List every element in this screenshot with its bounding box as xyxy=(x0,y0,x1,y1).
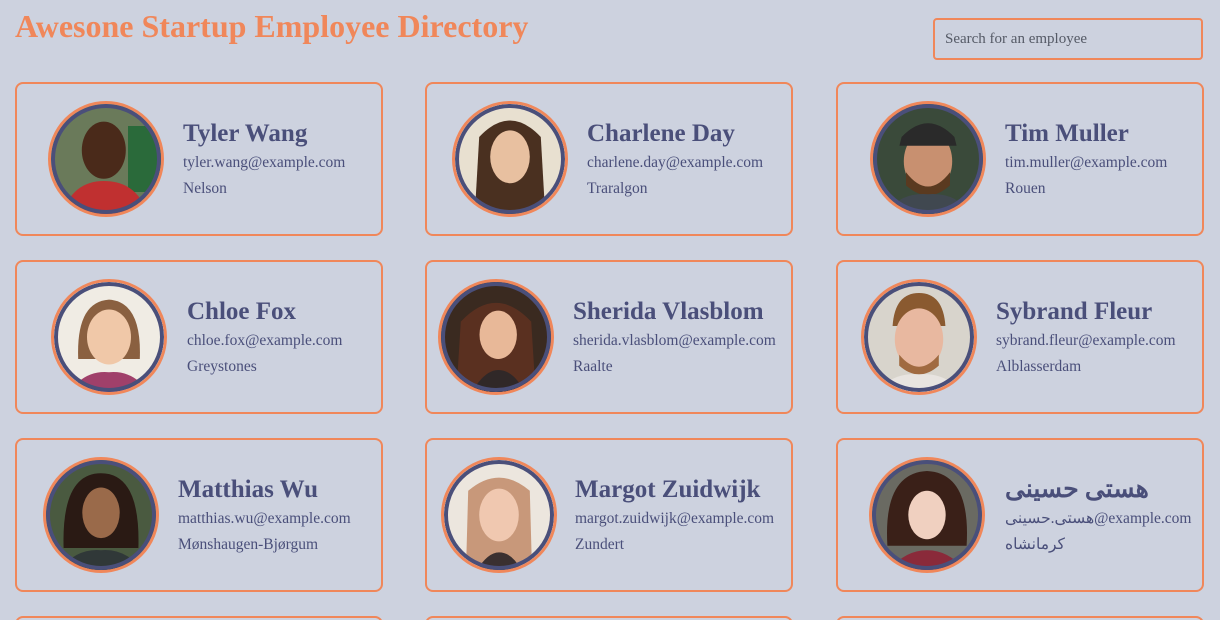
employee-city: Greystones xyxy=(187,358,257,375)
page-title: Awesone Startup Employee Directory xyxy=(15,8,529,44)
employee-photo xyxy=(452,101,568,217)
employee-name: Chloe Fox xyxy=(187,298,297,325)
employee-info: Margot Zuidwijk margot.zuidwijk@example.… xyxy=(575,476,774,554)
employee-card[interactable]: Tim Muller tim.muller@example.com Rouen xyxy=(836,82,1204,236)
employee-photo xyxy=(43,457,159,573)
employee-city: Traralgon xyxy=(587,180,648,197)
employee-email: chloe.fox@example.com xyxy=(187,332,343,349)
employee-photo xyxy=(861,279,977,395)
employee-name: Charlene Day xyxy=(587,120,735,147)
employee-card[interactable]: Margot Zuidwijk margot.zuidwijk@example.… xyxy=(425,438,793,592)
employee-card[interactable] xyxy=(15,616,383,620)
employee-directory-page: Awesone Startup Employee Directory Tyler… xyxy=(0,0,1220,620)
employee-city: Zundert xyxy=(575,536,625,553)
employee-card[interactable]: هستی حسینی هستی.حسینی@example.com کرمانش… xyxy=(836,438,1204,592)
employee-city: کرمانشاه xyxy=(1005,536,1065,553)
search-input[interactable] xyxy=(933,18,1203,60)
employee-email: charlene.day@example.com xyxy=(587,154,764,171)
employee-photo xyxy=(869,457,985,573)
employee-city: Mønshaugen-Bjørgum xyxy=(178,536,319,553)
employee-city: Raalte xyxy=(573,358,613,375)
employee-city: Nelson xyxy=(183,180,227,197)
employee-card[interactable]: Tyler Wang tyler.wang@example.com Nelson xyxy=(15,82,383,236)
employee-card[interactable] xyxy=(836,616,1204,620)
employee-info: Chloe Fox chloe.fox@example.com Greyston… xyxy=(187,298,342,376)
employee-name: Sherida Vlasblom xyxy=(573,298,764,325)
employee-info: هستی حسینی هستی.حسینی@example.com کرمانش… xyxy=(1005,476,1192,554)
employee-name: Tim Muller xyxy=(1005,120,1129,147)
employee-email: tim.muller@example.com xyxy=(1005,154,1168,171)
employee-info: Matthias Wu matthias.wu@example.com Møns… xyxy=(178,476,351,554)
employee-name: Sybrand Fleur xyxy=(996,298,1153,325)
employee-city: Alblasserdam xyxy=(996,358,1082,375)
employee-card[interactable]: Chloe Fox chloe.fox@example.com Greyston… xyxy=(15,260,383,414)
employee-info: Charlene Day charlene.day@example.com Tr… xyxy=(587,120,763,198)
employee-photo xyxy=(870,101,986,217)
employee-card[interactable]: Sybrand Fleur sybrand.fleur@example.com … xyxy=(836,260,1204,414)
employee-name: هستی حسینی xyxy=(1005,476,1149,503)
employee-photo xyxy=(441,457,557,573)
employee-info: Tim Muller tim.muller@example.com Rouen xyxy=(1005,120,1167,198)
employee-card[interactable]: Charlene Day charlene.day@example.com Tr… xyxy=(425,82,793,236)
employee-name: Margot Zuidwijk xyxy=(575,476,761,503)
employee-info: Sybrand Fleur sybrand.fleur@example.com … xyxy=(996,298,1176,376)
employee-email: margot.zuidwijk@example.com xyxy=(575,510,775,527)
employee-city: Rouen xyxy=(1005,180,1046,197)
employee-name: Tyler Wang xyxy=(183,120,308,147)
employee-name: Matthias Wu xyxy=(178,476,319,503)
employee-email: tyler.wang@example.com xyxy=(183,154,346,171)
employee-email: sherida.vlasblom@example.com xyxy=(573,332,776,349)
employee-photo xyxy=(438,279,554,395)
employee-photo xyxy=(48,101,164,217)
employee-card[interactable] xyxy=(425,616,793,620)
employee-email: sybrand.fleur@example.com xyxy=(996,332,1176,349)
employee-email: matthias.wu@example.com xyxy=(178,510,351,527)
employee-card[interactable]: Sherida Vlasblom sherida.vlasblom@exampl… xyxy=(425,260,793,414)
employee-card[interactable]: Matthias Wu matthias.wu@example.com Møns… xyxy=(15,438,383,592)
employee-photo xyxy=(51,279,167,395)
employee-email: هستی.حسینی@example.com xyxy=(1005,510,1192,527)
employee-info: Tyler Wang tyler.wang@example.com Nelson xyxy=(183,120,345,198)
employee-info: Sherida Vlasblom sherida.vlasblom@exampl… xyxy=(573,298,776,376)
